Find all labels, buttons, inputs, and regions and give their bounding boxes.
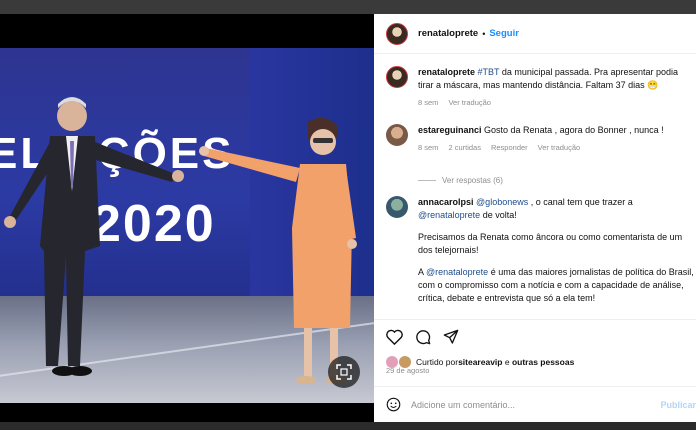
comment-time: 8 sem [418, 143, 439, 152]
post-side-panel: renataloprete • Seguir renataloprete #TB… [374, 14, 696, 422]
visual-search-button[interactable] [328, 356, 360, 388]
comment-item: annacarolpsi @globonews , o canal tem qu… [386, 196, 694, 305]
comment-text: A [418, 267, 427, 277]
publish-button[interactable]: Publicar [660, 400, 696, 410]
add-comment-bar: Adicione um comentário... Publicar [374, 386, 696, 422]
comment-icon[interactable] [415, 329, 431, 345]
action-icons [386, 329, 459, 345]
avatar[interactable] [386, 124, 408, 146]
follow-button[interactable]: Seguir [489, 28, 519, 39]
studio-scene: ELEIÇÕES 2020 [0, 48, 374, 403]
comment-input[interactable]: Adicione um comentário... [411, 400, 515, 410]
comment-text: , o canal tem que trazer a [528, 197, 633, 207]
replies-line [418, 180, 436, 181]
caption-translate-link[interactable]: Ver tradução [448, 96, 491, 109]
heart-icon[interactable] [386, 329, 403, 345]
bottom-strip [0, 422, 696, 430]
comment-text: Gosto da Renata , agora do Bonner , nunc… [481, 125, 664, 135]
mention-link[interactable]: @globonews [476, 197, 528, 207]
mention-link[interactable]: @renataloprete [426, 267, 488, 277]
caption-hashtag[interactable]: #TBT [478, 67, 500, 77]
caption-time: 8 sem [418, 98, 439, 107]
comment-translate-link[interactable]: Ver tradução [538, 141, 581, 154]
comment-likes[interactable]: 2 curtidas [448, 141, 481, 154]
mention-link[interactable]: @renataloprete [418, 210, 480, 220]
screen: ELEIÇÕES 2020 [0, 0, 696, 430]
share-icon[interactable] [443, 329, 459, 345]
visual-search-icon [336, 364, 352, 380]
liked-join: e [502, 357, 512, 367]
reply-button[interactable]: Responder [491, 141, 528, 154]
comment-username[interactable]: annacarolpsi [418, 197, 474, 207]
caption-block: renataloprete #TBT da municipal passada.… [386, 66, 694, 109]
liked-others-link[interactable]: outras pessoas [512, 357, 574, 367]
caption-username[interactable]: renataloprete [418, 67, 475, 77]
liked-user-link[interactable]: siteareavip [458, 357, 502, 367]
view-replies-button[interactable]: Ver respostas (6) [418, 176, 503, 185]
avatar[interactable] [386, 66, 408, 88]
post-username[interactable]: renataloprete [418, 28, 478, 39]
anchor-man-figure [4, 97, 184, 376]
top-strip [0, 0, 696, 14]
post-header: renataloprete • Seguir [374, 14, 696, 54]
post-photo[interactable]: ELEIÇÕES 2020 [0, 14, 374, 422]
comment-username[interactable]: estareguinanci [418, 125, 482, 135]
comment-text: de volta! [480, 210, 517, 220]
comment-paragraph: A @renataloprete é uma das maiores jorna… [418, 266, 694, 305]
view-replies-label: Ver respostas (6) [442, 176, 503, 185]
post-date[interactable]: 29 de agosto [386, 366, 429, 375]
comment-paragraph: Precisamos da Renata como âncora ou como… [418, 232, 683, 255]
comment-item: estareguinanci Gosto da Renata , agora d… [386, 124, 694, 154]
avatar[interactable] [386, 22, 408, 45]
emoji-icon[interactable] [386, 397, 401, 412]
separator-dot: • [482, 28, 486, 39]
avatar[interactable] [386, 196, 408, 218]
